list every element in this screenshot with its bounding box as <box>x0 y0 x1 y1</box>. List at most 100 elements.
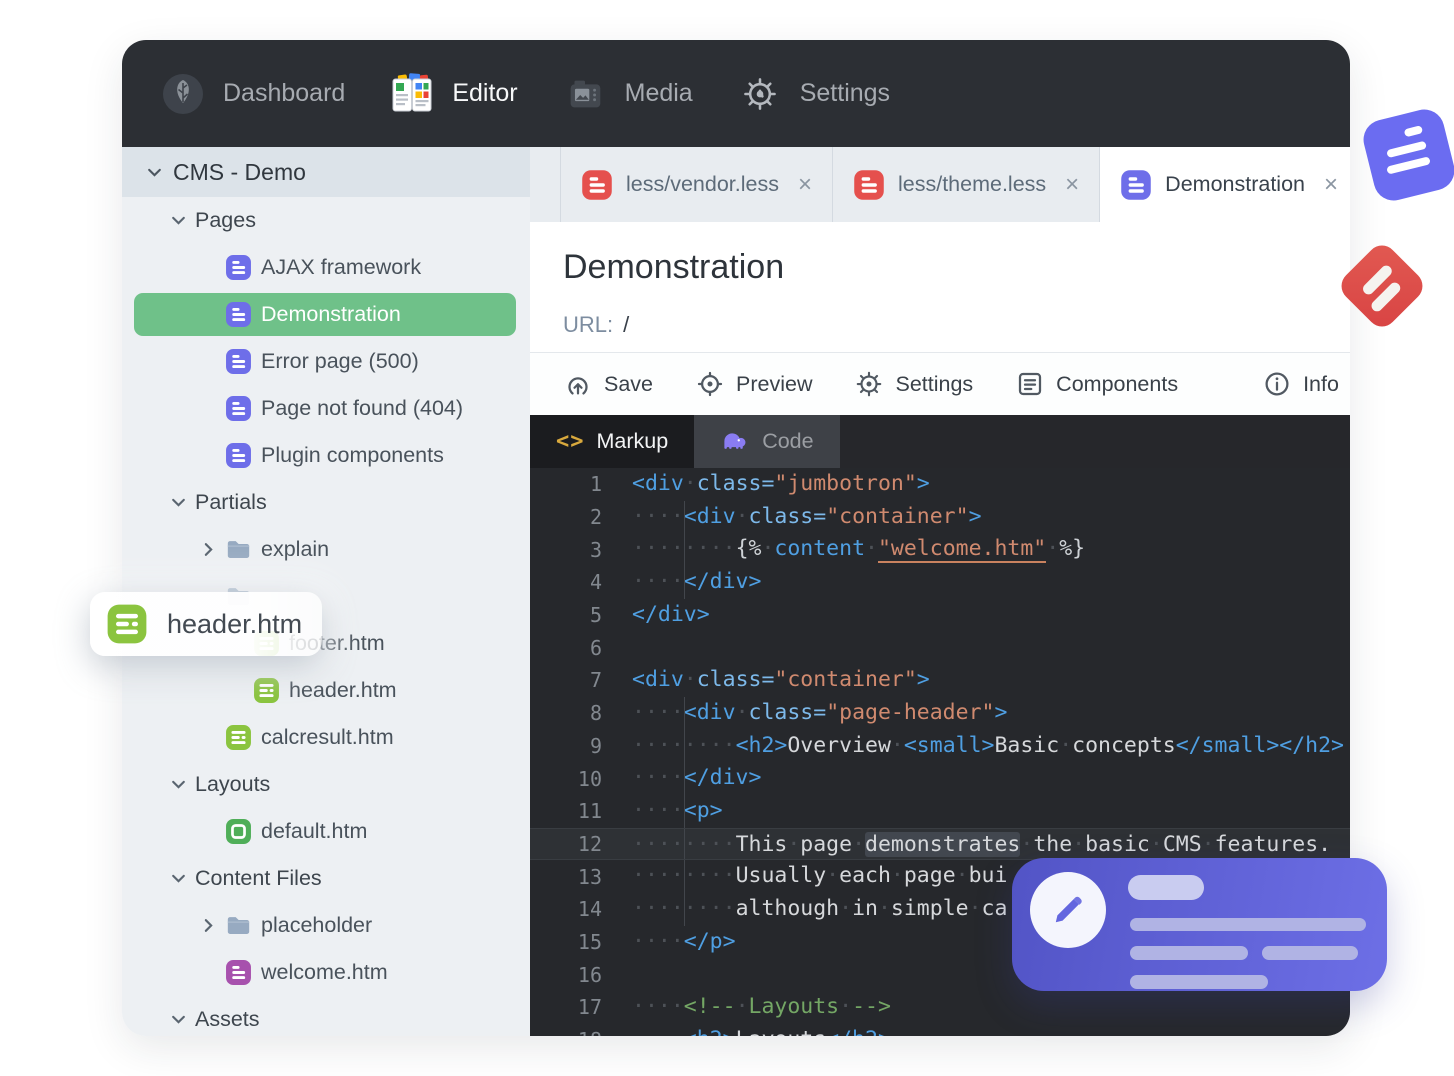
code-line-content: ····</div> <box>632 762 1350 795</box>
nav-label: Dashboard <box>223 79 346 107</box>
gear-icon <box>737 71 783 117</box>
components-box-icon <box>1015 369 1045 399</box>
code-line-17[interactable]: 17 ····<!--·Layouts·--> <box>530 991 1350 1024</box>
toolbar: Save Preview Settings Components Info <box>530 352 1350 415</box>
chevron-down-icon[interactable] <box>170 494 187 511</box>
code-line-content: ····</div> <box>632 566 1350 599</box>
indent-guide <box>683 762 685 795</box>
page-purple-icon <box>1120 169 1152 201</box>
tree-item-calcresult.htm[interactable]: calcresult.htm <box>122 714 530 761</box>
code-line-7[interactable]: 7 <div·class="container"> <box>530 664 1350 697</box>
code-line-content: <div·class="jumbotron"> <box>632 471 930 496</box>
close-icon[interactable]: × <box>1065 171 1079 199</box>
tree-label: Error page (500) <box>261 349 419 373</box>
code-line-1[interactable]: 1 <div·class="jumbotron"> <box>530 468 1350 501</box>
tree-section-assets[interactable]: Assets <box>122 996 530 1036</box>
indent-guide <box>683 828 685 860</box>
chevron-right-icon[interactable] <box>200 541 217 558</box>
file-tab-demonstration[interactable]: Demonstration × <box>1100 147 1350 222</box>
line-number: 2 <box>589 505 602 530</box>
tree-label: Content Files <box>195 866 322 890</box>
code-line-4[interactable]: 4 ····</div> <box>530 566 1350 599</box>
page-purple-icon <box>225 254 252 281</box>
code-line-8[interactable]: 8 ····<div·class="page-header"> <box>530 696 1350 730</box>
editor-tab-label: Markup <box>596 429 669 453</box>
code-line-3[interactable]: 3 ········{%·content·"welcome.htm"·%} <box>530 533 1350 567</box>
nav-item-dashboard[interactable]: Dashboard <box>160 71 345 117</box>
page-red-icon <box>581 169 613 201</box>
url-value: / <box>623 312 630 337</box>
toolbar-label: Components <box>1056 371 1179 396</box>
indent-guide <box>683 729 685 763</box>
toolbar-button-info[interactable]: Info <box>1262 369 1339 399</box>
nav-label: Media <box>624 79 693 107</box>
tree-label: calcresult.htm <box>261 725 394 749</box>
chevron-down-icon[interactable] <box>170 870 187 887</box>
tree-item-header.htm[interactable]: header.htm <box>122 667 530 714</box>
tree-item-page-not-found-404-[interactable]: Page not found (404) <box>122 385 530 432</box>
editor-tab-markup[interactable]: <> Markup <box>530 415 695 468</box>
editor-tabs: <> Markup Code <box>530 415 1350 468</box>
nav-item-settings[interactable]: Settings <box>737 71 890 117</box>
code-line-6[interactable]: 6 <box>530 631 1350 664</box>
file-tab-less-theme.less[interactable]: less/theme.less × <box>833 147 1101 222</box>
code-line-content: ····<h2>Layouts</h2> <box>632 1024 1350 1036</box>
code-line-content: ····<div·class="page-header"> <box>632 696 1350 730</box>
close-icon[interactable]: × <box>1324 171 1338 199</box>
url-label: URL: <box>563 312 614 337</box>
editor-book-icon <box>389 71 435 117</box>
drag-ghost-header-htm[interactable]: header.htm <box>90 592 322 656</box>
tree-item-welcome.htm[interactable]: welcome.htm <box>122 949 530 996</box>
code-line-12[interactable]: 12 ········This·page·demonstrates·the·bas… <box>530 827 1350 861</box>
tree-item-plugin-components[interactable]: Plugin components <box>122 432 530 479</box>
code-line-2[interactable]: 2 ····<div·class="container"> <box>530 500 1350 534</box>
nav-item-media[interactable]: Media <box>562 71 693 117</box>
tree-item-default.htm[interactable]: default.htm <box>122 808 530 855</box>
sidebar-header[interactable]: CMS - Demo <box>122 147 530 197</box>
nav-item-editor[interactable]: Editor <box>389 71 518 117</box>
tree-section-partials[interactable]: Partials <box>122 479 530 526</box>
code-line-content: </div> <box>632 601 710 627</box>
page-purple-icon <box>225 395 252 422</box>
tree-label: Pages <box>195 208 256 232</box>
code-line-11[interactable]: 11 ····<p> <box>530 794 1350 828</box>
tree-section-layouts[interactable]: Layouts <box>122 761 530 808</box>
file-tab-less-vendor.less[interactable]: less/vendor.less × <box>560 147 833 222</box>
code-line-10[interactable]: 10 ····</div> <box>530 762 1350 795</box>
toolbar-button-save[interactable]: Save <box>563 369 653 399</box>
tree-section-pages[interactable]: Pages <box>122 197 530 244</box>
editor-tab-code[interactable]: Code <box>694 415 840 468</box>
code-line-content: <div·class="container"> <box>632 667 930 693</box>
tree-item-error-page-500-[interactable]: Error page (500) <box>122 338 530 385</box>
close-icon[interactable]: × <box>798 171 812 199</box>
code-line-5[interactable]: 5 </div> <box>530 599 1350 632</box>
sidebar-header-label: CMS - Demo <box>173 158 306 185</box>
toolbar-button-preview[interactable]: Preview <box>695 369 812 399</box>
tree-item-placeholder[interactable]: placeholder <box>122 902 530 949</box>
page-url: URL: / <box>563 312 629 338</box>
chevron-down-icon[interactable] <box>170 776 187 793</box>
chevron-down-icon[interactable] <box>170 212 187 229</box>
code-line-content: ····<!--·Layouts·--> <box>632 994 891 1019</box>
decorative-editing-card <box>1012 858 1387 991</box>
tree-item-ajax-framework[interactable]: AJAX framework <box>122 244 530 291</box>
line-number: 6 <box>589 635 602 660</box>
indent-guide <box>683 860 685 893</box>
tree-label: Layouts <box>195 772 271 796</box>
drag-ghost-label: header.htm <box>167 608 303 639</box>
toolbar-button-components[interactable]: Components <box>1015 369 1178 399</box>
line-number: 13 <box>577 864 602 889</box>
toolbar-label: Info <box>1303 371 1339 396</box>
code-line-9[interactable]: 9 ········<h2>Overview·<small>Basic·conce… <box>530 729 1350 763</box>
chevron-right-icon[interactable] <box>200 917 217 934</box>
toolbar-label: Save <box>604 371 654 396</box>
code-line-content: ········This·page·demonstrates·the·basic… <box>632 828 1350 860</box>
code-line-18[interactable]: 18 ····<h2>Layouts</h2> <box>530 1024 1350 1036</box>
tree-item-demonstration[interactable]: Demonstration <box>122 291 530 338</box>
document-header: Demonstration URL: / <box>530 222 1350 352</box>
toolbar-button-settings[interactable]: Settings <box>854 369 973 399</box>
tree-section-content-files[interactable]: Content Files <box>122 855 530 902</box>
indent-guide <box>683 696 685 730</box>
chevron-down-icon[interactable] <box>170 1011 187 1028</box>
tree-item-explain[interactable]: explain <box>122 526 530 573</box>
